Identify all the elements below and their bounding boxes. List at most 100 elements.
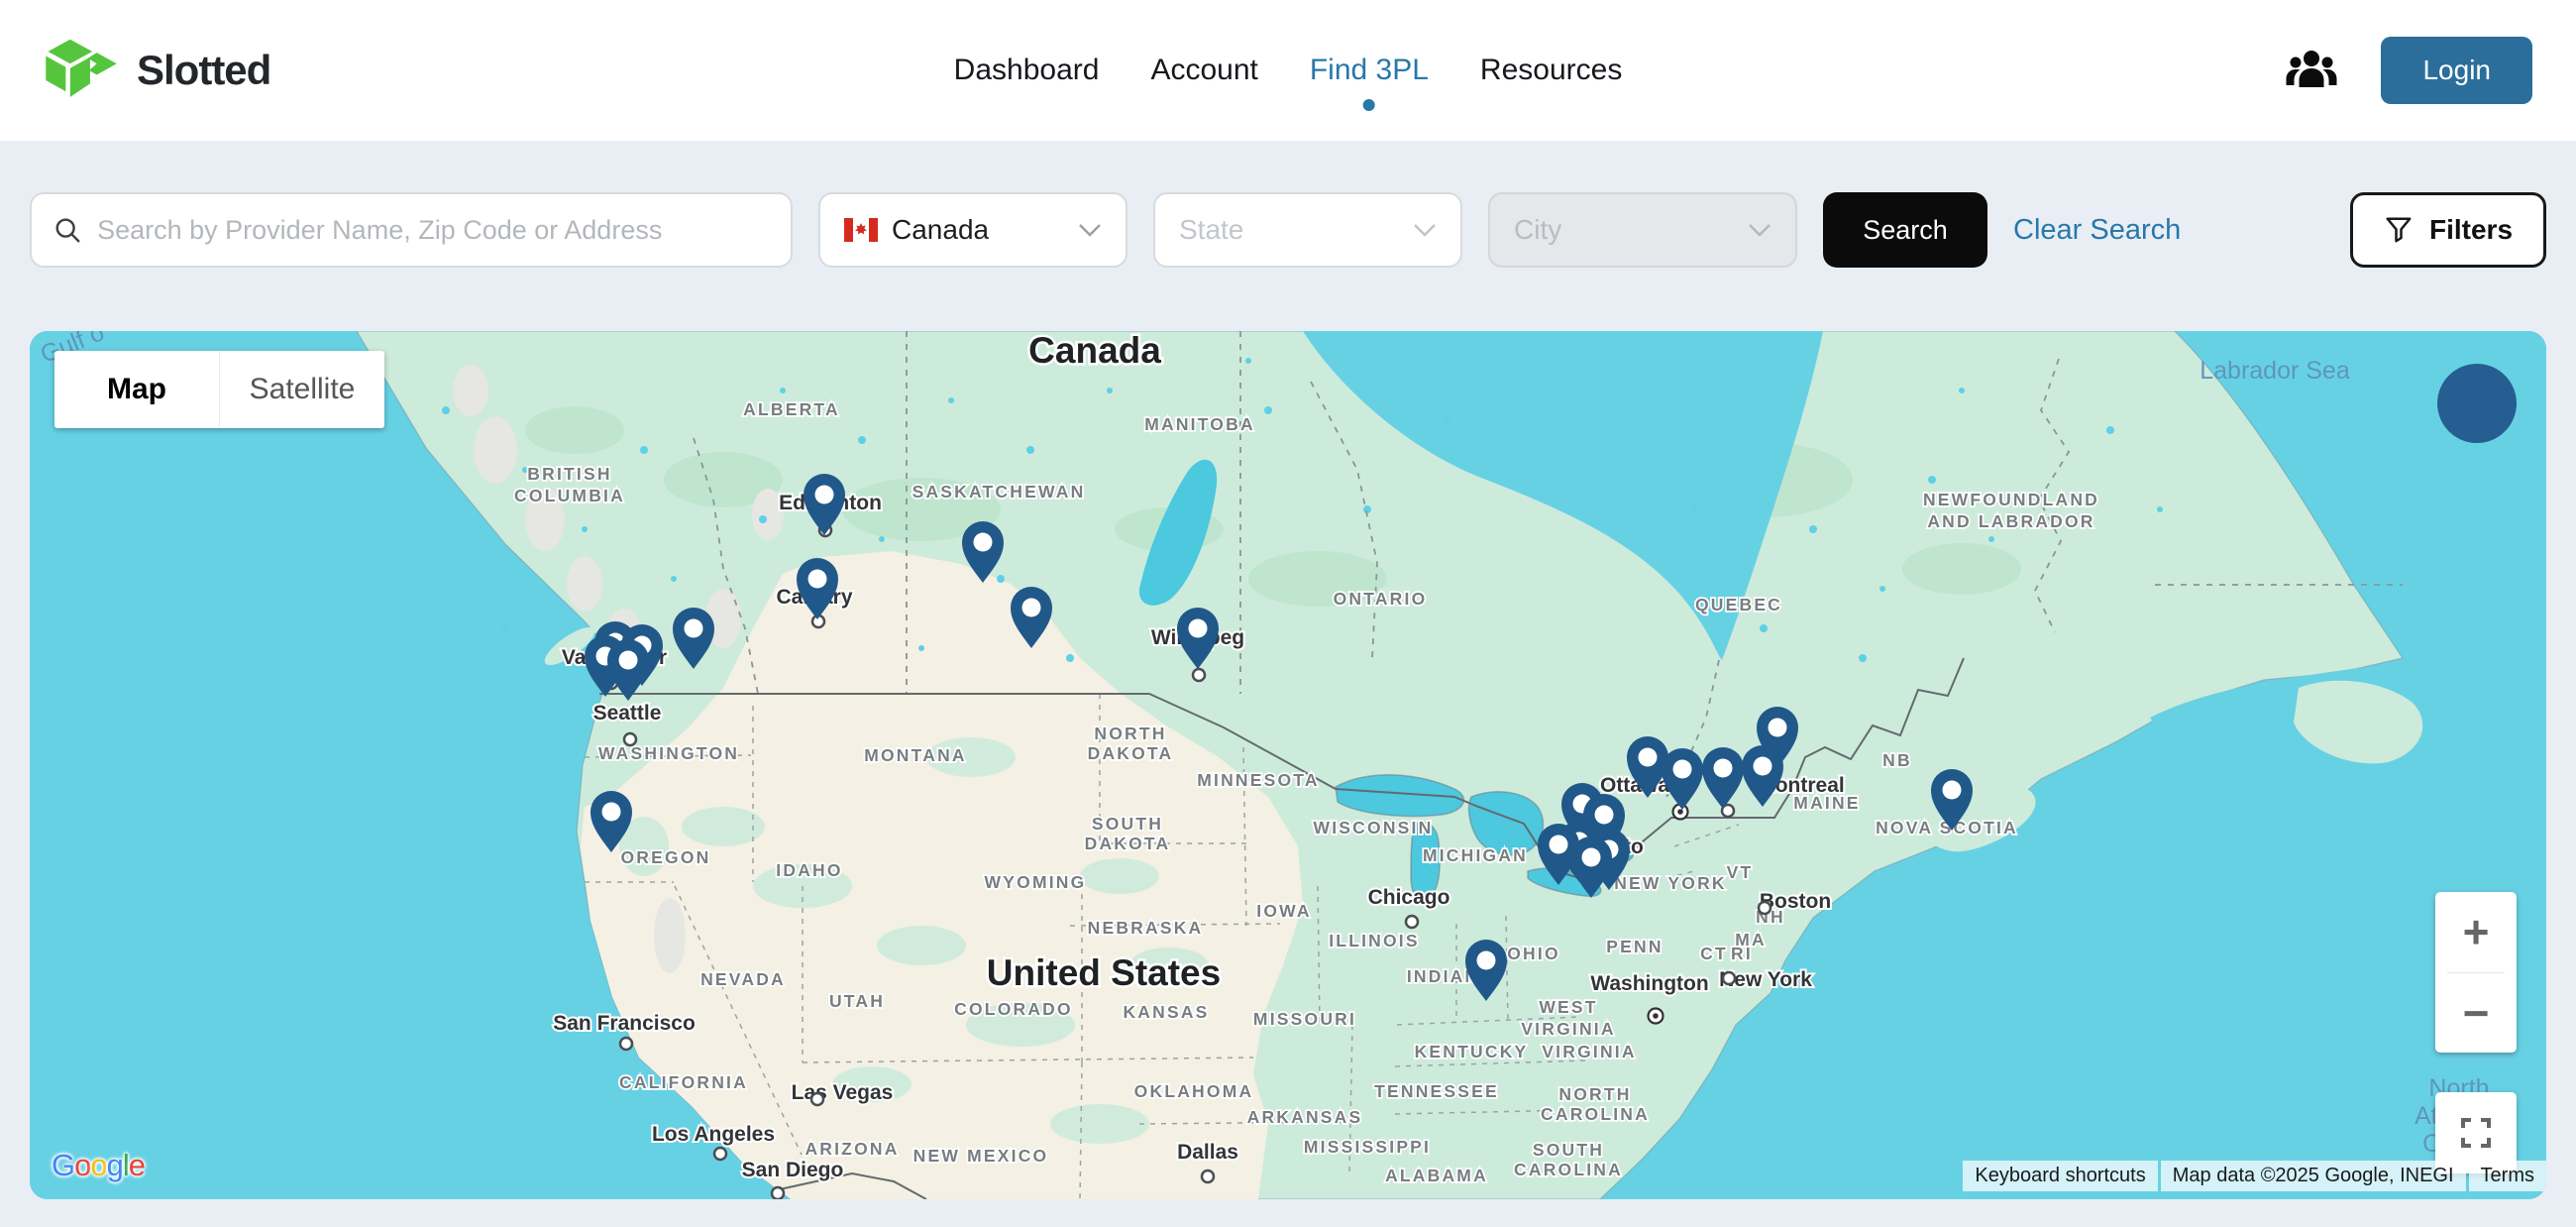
city-dot bbox=[1406, 916, 1418, 928]
map-label: ONTARIO bbox=[1334, 589, 1428, 609]
map-label: WISCONSIN bbox=[1314, 818, 1434, 837]
canada-flag-icon bbox=[844, 218, 878, 242]
google-logo-letter: G bbox=[52, 1148, 74, 1182]
map-label: AND LABRADOR bbox=[1927, 511, 2094, 531]
map-label: NORTH bbox=[1094, 724, 1166, 743]
map-label: NB bbox=[1882, 750, 1912, 770]
map-data-text: Map data ©2025 Google, INEGI bbox=[2161, 1161, 2466, 1191]
map-label: IDAHO bbox=[776, 860, 842, 880]
city-dot bbox=[624, 733, 636, 745]
map-label: OREGON bbox=[621, 847, 711, 867]
users-group-icon[interactable] bbox=[2286, 50, 2337, 91]
login-button[interactable]: Login bbox=[2381, 37, 2532, 104]
map-label: MISSOURI bbox=[1253, 1009, 1356, 1029]
city-dot bbox=[1202, 1171, 1214, 1182]
city-label: Washington bbox=[1590, 972, 1708, 995]
nav-resources[interactable]: Resources bbox=[1480, 44, 1622, 97]
chevron-down-icon bbox=[1078, 223, 1102, 237]
map-label: COLORADO bbox=[954, 999, 1073, 1019]
google-logo-letter: g bbox=[107, 1148, 123, 1182]
map-label: BRITISH bbox=[527, 464, 611, 484]
city-dot bbox=[811, 1093, 823, 1105]
filter-bar: Canada State City Search Clear Search Fi… bbox=[0, 141, 2576, 268]
app-header: Slotted Dashboard Account Find 3PL Resou… bbox=[0, 0, 2576, 141]
map-label: ARKANSAS bbox=[1247, 1107, 1363, 1127]
nav-account[interactable]: Account bbox=[1150, 44, 1257, 97]
map-label: MINNESOTA bbox=[1197, 770, 1320, 790]
city-dot bbox=[1193, 669, 1205, 681]
map-label: KENTUCKY bbox=[1415, 1042, 1529, 1061]
clear-search-link[interactable]: Clear Search bbox=[2013, 214, 2181, 247]
city-label: Los Angeles bbox=[652, 1123, 775, 1146]
city-select[interactable]: City bbox=[1488, 192, 1797, 268]
chevron-down-icon bbox=[1413, 223, 1437, 237]
search-input[interactable] bbox=[95, 214, 769, 247]
keyboard-shortcuts-link[interactable]: Keyboard shortcuts bbox=[1963, 1161, 2157, 1191]
funnel-icon bbox=[2384, 215, 2414, 245]
map-label: VIRGINIA bbox=[1542, 1042, 1636, 1061]
country-value: Canada bbox=[892, 214, 989, 246]
map-view-button[interactable]: Map bbox=[54, 351, 219, 428]
terms-link[interactable]: Terms bbox=[2469, 1161, 2546, 1191]
map-label: SASKATCHEWAN bbox=[912, 482, 1086, 502]
map-attribution: Keyboard shortcuts Map data ©2025 Google… bbox=[1963, 1161, 2546, 1191]
nav-dashboard[interactable]: Dashboard bbox=[954, 44, 1100, 97]
google-logo-letter: o bbox=[74, 1148, 90, 1182]
state-select[interactable]: State bbox=[1153, 192, 1462, 268]
map-label: NEW MEXICO bbox=[913, 1146, 1049, 1166]
city-dot bbox=[620, 1038, 632, 1050]
map-label: CT bbox=[1700, 944, 1728, 963]
map-label: UTAH bbox=[829, 991, 885, 1011]
city-dot bbox=[1723, 972, 1735, 984]
zoom-out-button[interactable]: − bbox=[2435, 973, 2517, 1054]
city-label: Chicago bbox=[1368, 886, 1450, 909]
map-label: Canada bbox=[1028, 331, 1161, 371]
map-label: MISSISSIPPI bbox=[1304, 1137, 1431, 1157]
map-label: CAROLINA bbox=[1541, 1104, 1650, 1124]
map-label: ALABAMA bbox=[1385, 1166, 1488, 1185]
brand-name: Slotted bbox=[137, 47, 270, 94]
city-dot bbox=[1759, 902, 1771, 914]
google-logo[interactable]: Google bbox=[52, 1148, 145, 1183]
map-label: KANSAS bbox=[1123, 1002, 1209, 1022]
map-label: ALBERTA bbox=[743, 399, 840, 419]
map-type-control: Map Satellite bbox=[54, 351, 384, 428]
city-label: Dallas bbox=[1177, 1141, 1238, 1164]
map-label: Labrador Sea bbox=[2200, 357, 2350, 385]
country-select[interactable]: Canada bbox=[818, 192, 1127, 268]
fullscreen-icon bbox=[2460, 1117, 2492, 1149]
zoom-in-button[interactable]: + bbox=[2435, 892, 2517, 972]
map-label: CALIFORNIA bbox=[619, 1072, 748, 1092]
state-placeholder: State bbox=[1179, 214, 1243, 246]
map-label: MICHIGAN bbox=[1423, 845, 1528, 865]
satellite-view-button[interactable]: Satellite bbox=[219, 351, 384, 428]
map-label: COLUMBIA bbox=[514, 486, 625, 505]
map-label: WYOMING bbox=[985, 872, 1087, 892]
zoom-control: + − bbox=[2435, 892, 2517, 1053]
slotted-logo-icon bbox=[44, 39, 119, 102]
nav-find-3pl[interactable]: Find 3PL bbox=[1310, 44, 1429, 97]
map-label: CAROLINA bbox=[1514, 1160, 1623, 1179]
map-label: IOWA bbox=[1256, 901, 1311, 921]
map-container[interactable]: CanadaUnited StatesGulf oLabrador SeaNor… bbox=[30, 331, 2546, 1199]
brand[interactable]: Slotted bbox=[44, 39, 270, 102]
cluster-marker[interactable] bbox=[2437, 364, 2517, 443]
map-canvas[interactable]: CanadaUnited StatesGulf oLabrador SeaNor… bbox=[30, 331, 2546, 1199]
map-label: ARIZONA bbox=[805, 1139, 899, 1159]
map-label: WEST bbox=[1539, 997, 1597, 1017]
map-label: WASHINGTON bbox=[598, 743, 739, 763]
google-logo-letter: o bbox=[90, 1148, 106, 1182]
city-dot bbox=[714, 1148, 726, 1160]
map-label: NORTH bbox=[1558, 1084, 1631, 1104]
filters-button[interactable]: Filters bbox=[2350, 192, 2546, 268]
city-label: Seattle bbox=[593, 702, 662, 725]
search-icon bbox=[54, 215, 81, 245]
search-button[interactable]: Search bbox=[1823, 192, 1987, 268]
map-label: TENNESSEE bbox=[1374, 1081, 1499, 1101]
map-label: DAKOTA bbox=[1085, 834, 1171, 853]
main-nav: Dashboard Account Find 3PL Resources bbox=[954, 44, 1623, 97]
map-label: NEBRASKA bbox=[1088, 918, 1204, 938]
city-placeholder: City bbox=[1514, 214, 1561, 246]
map-label: United States bbox=[987, 952, 1221, 993]
map-label: NEWFOUNDLAND bbox=[1923, 490, 2099, 509]
